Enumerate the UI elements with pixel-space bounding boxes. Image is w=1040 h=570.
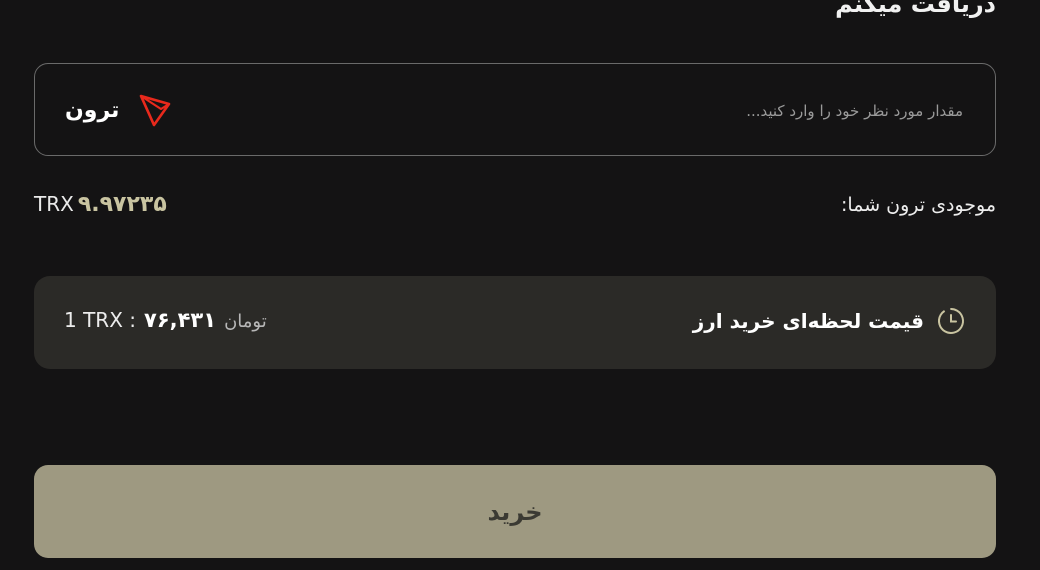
currency-label: ترون bbox=[65, 97, 120, 123]
amount-input-box: ترون bbox=[34, 63, 996, 156]
currency-selector[interactable]: ترون bbox=[65, 89, 175, 131]
section-title: دریافت میکنم bbox=[835, 0, 996, 18]
rate-base: 1 TRX : bbox=[64, 308, 136, 332]
price-rate: 1 TRX : ۷۶,۴۳۱ تومان bbox=[64, 308, 267, 332]
clock-icon bbox=[938, 308, 964, 334]
rate-value: ۷۶,۴۳۱ bbox=[144, 308, 217, 332]
buy-page: دریافت میکنم ترون موجودی ترون شما: TRX ۹… bbox=[0, 0, 1040, 570]
tron-icon bbox=[140, 94, 171, 127]
balance-unit: TRX bbox=[34, 192, 74, 216]
rate-unit: تومان bbox=[224, 311, 267, 332]
balance-amount: ۹.۹۷۲۳۵ bbox=[77, 192, 167, 217]
price-title: قیمت لحظه‌ای خرید ارز bbox=[692, 309, 924, 333]
amount-input[interactable] bbox=[401, 94, 965, 128]
price-card: قیمت لحظه‌ای خرید ارز 1 TRX : ۷۶,۴۳۱ توم… bbox=[34, 276, 996, 369]
buy-button[interactable]: خرید bbox=[34, 465, 996, 558]
balance-value: TRX ۹.۹۷۲۳۵ bbox=[34, 192, 167, 217]
price-title-wrap: قیمت لحظه‌ای خرید ارز bbox=[693, 306, 966, 336]
balance-label: موجودی ترون شما: bbox=[841, 194, 996, 216]
